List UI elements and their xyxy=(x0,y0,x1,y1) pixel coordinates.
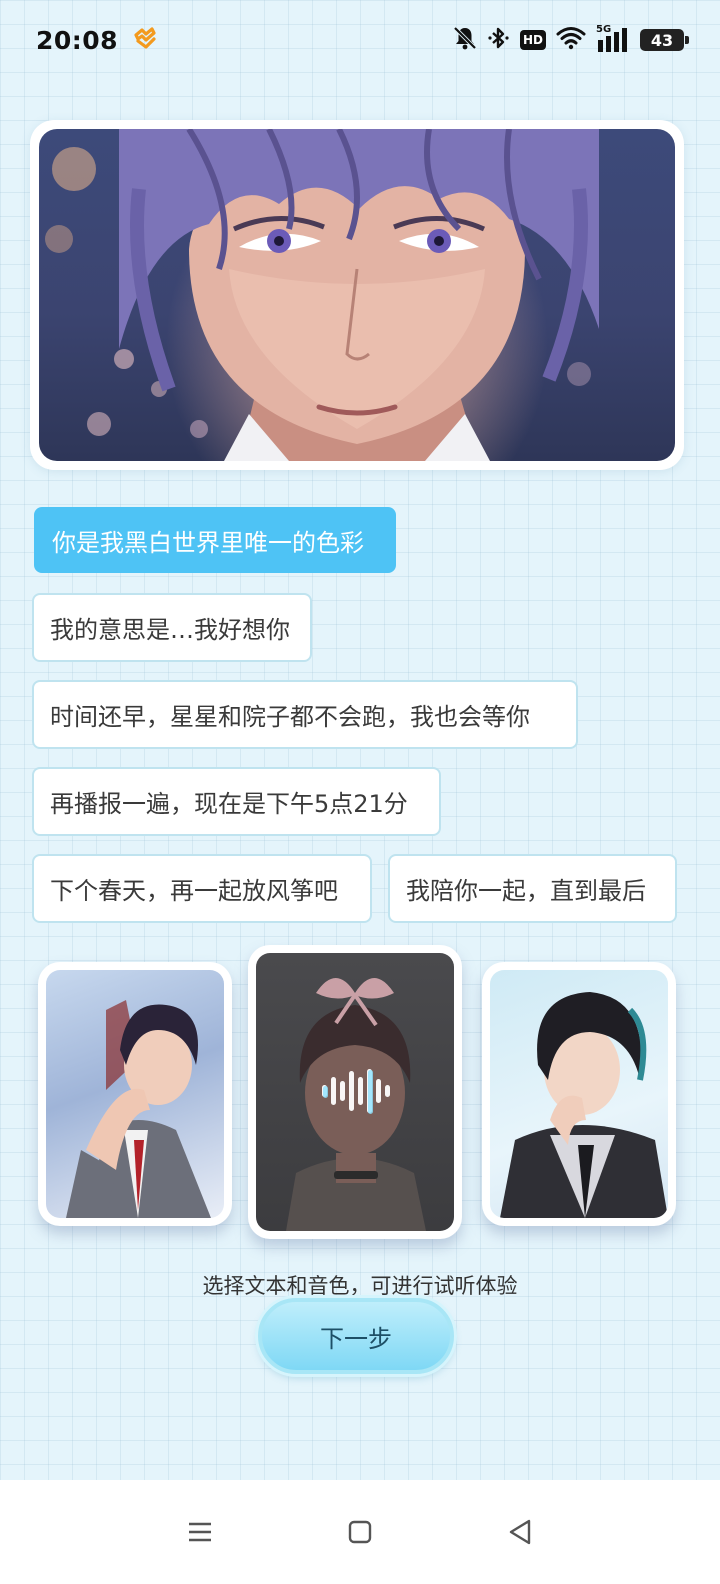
voice-card-suit-man[interactable] xyxy=(38,962,232,1226)
phrase-chip-2[interactable]: 我的意思是…我好想你 xyxy=(32,593,312,662)
voice-card-tie-man[interactable] xyxy=(482,962,676,1226)
status-time: 20:08 xyxy=(36,25,119,55)
phrase-chip-label: 时间还早，星星和院子都不会跑，我也会等你 xyxy=(50,703,530,731)
voice-playing-wave-icon xyxy=(322,1069,390,1114)
phrase-chip-4[interactable]: 再播报一遍，现在是下午5点21分 xyxy=(32,767,441,836)
hero-portrait-image xyxy=(39,129,675,461)
phrase-chip-3[interactable]: 时间还早，星星和院子都不会跑，我也会等你 xyxy=(32,680,578,749)
hero-portrait-card xyxy=(30,120,684,470)
phrase-chip-1[interactable]: 你是我黑白世界里唯一的色彩 xyxy=(34,507,396,573)
phrase-chip-label: 再播报一遍，现在是下午5点21分 xyxy=(50,790,408,818)
home-square-icon[interactable] xyxy=(330,1502,390,1562)
voice-card-bow-boy[interactable] xyxy=(248,945,462,1239)
status-bar: 20:08 HD 5G 43 xyxy=(0,0,720,80)
voice-avatar-image xyxy=(46,970,224,1218)
menu-icon[interactable] xyxy=(170,1502,230,1562)
phrase-chip-label: 下个春天，再一起放风筝吧 xyxy=(50,877,338,905)
bluetooth-icon xyxy=(488,25,510,55)
next-step-button[interactable]: 下一步 xyxy=(258,1298,454,1374)
phrase-chip-label: 我陪你一起，直到最后 xyxy=(406,877,646,905)
voice-avatar-image xyxy=(490,970,668,1218)
mute-bell-icon xyxy=(452,25,478,55)
trial-hint-text: 选择文本和音色，可进行试听体验 xyxy=(202,1274,518,1298)
voice-avatar-image xyxy=(256,953,454,1231)
app-notification-icon xyxy=(132,26,156,54)
signal-icon: 5G xyxy=(596,24,630,54)
hd-icon: HD xyxy=(519,30,546,50)
phrase-chip-label: 你是我黑白世界里唯一的色彩 xyxy=(52,528,364,557)
phrase-chip-6[interactable]: 我陪你一起，直到最后 xyxy=(388,854,677,923)
battery-level: 43 xyxy=(650,30,674,50)
back-triangle-icon[interactable] xyxy=(490,1502,550,1562)
battery-icon: 43 xyxy=(640,29,689,51)
phrase-chip-label: 我的意思是…我好想你 xyxy=(50,616,290,644)
wifi-icon xyxy=(556,26,586,54)
phrase-chip-5[interactable]: 下个春天，再一起放风筝吧 xyxy=(32,854,372,923)
system-nav-bar xyxy=(0,1480,720,1584)
